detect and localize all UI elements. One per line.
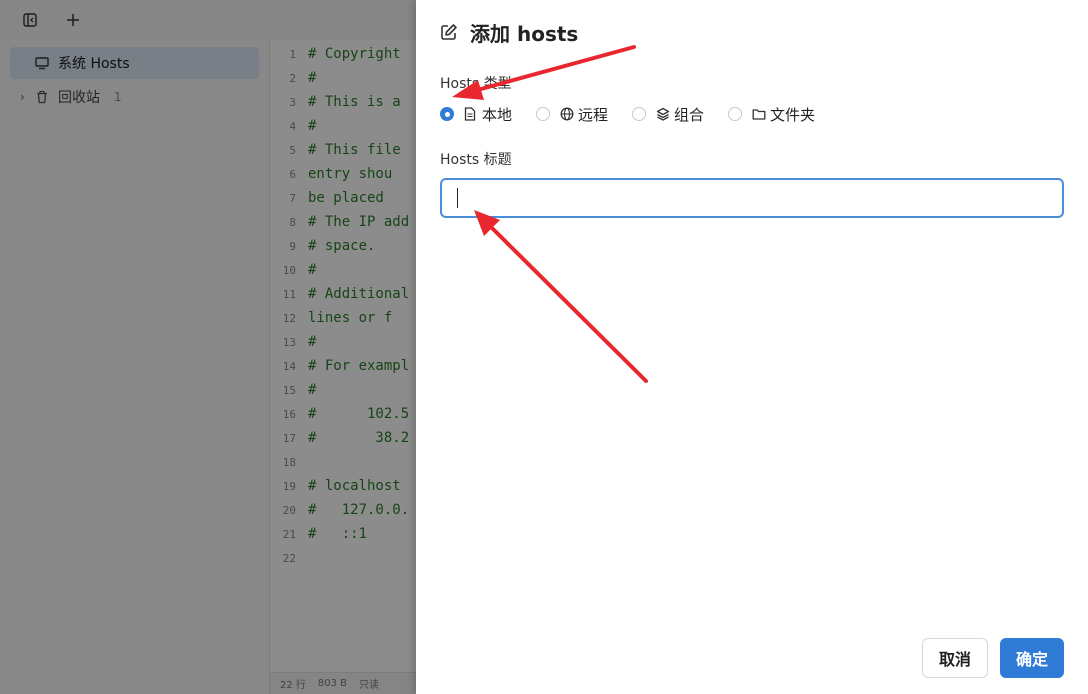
radio-remote-label: 远程 bbox=[578, 105, 609, 124]
hosts-type-radio-group: 本地 远程 组合 文件夹 bbox=[440, 102, 839, 126]
radio-group-circle[interactable] bbox=[632, 107, 647, 121]
cancel-button[interactable]: 取消 bbox=[922, 638, 988, 678]
radio-group-label: 组合 bbox=[674, 105, 705, 124]
radio-group[interactable]: 组合 bbox=[632, 104, 704, 125]
radio-local[interactable]: 本地 bbox=[440, 104, 512, 125]
edit-icon bbox=[440, 22, 460, 42]
confirm-button[interactable]: 确定 bbox=[1000, 638, 1064, 678]
add-hosts-dialog: 添加 hosts Hosts 类型 本地 远程 组合 文件夹 Hosts 标题 … bbox=[416, 0, 1088, 694]
radio-local-circle[interactable] bbox=[440, 107, 454, 121]
radio-remote-circle[interactable] bbox=[536, 107, 551, 121]
file-icon bbox=[464, 107, 478, 121]
radio-folder-label: 文件夹 bbox=[770, 105, 816, 124]
app-window: 系统 Hosts › 回收站 1 1 2 3 4 5 6 7 8 9 10 11 12 13 14 15 16… bbox=[0, 0, 1088, 694]
dialog-title: 添加 hosts bbox=[440, 18, 578, 46]
hosts-title-label: Hosts 标题 bbox=[440, 152, 512, 168]
hosts-title-input[interactable] bbox=[440, 178, 1064, 218]
hosts-type-label: Hosts 类型 bbox=[440, 76, 512, 92]
radio-folder[interactable]: 文件夹 bbox=[728, 104, 815, 125]
folder-icon bbox=[752, 107, 766, 121]
radio-local-label: 本地 bbox=[482, 105, 513, 124]
dialog-title-text: 添加 hosts bbox=[470, 21, 579, 46]
radio-remote[interactable]: 远程 bbox=[536, 104, 608, 125]
radio-folder-circle[interactable] bbox=[728, 107, 743, 121]
globe-icon bbox=[560, 107, 574, 121]
modal-backdrop[interactable] bbox=[0, 0, 416, 694]
text-caret bbox=[457, 188, 458, 208]
layers-icon bbox=[656, 107, 670, 121]
